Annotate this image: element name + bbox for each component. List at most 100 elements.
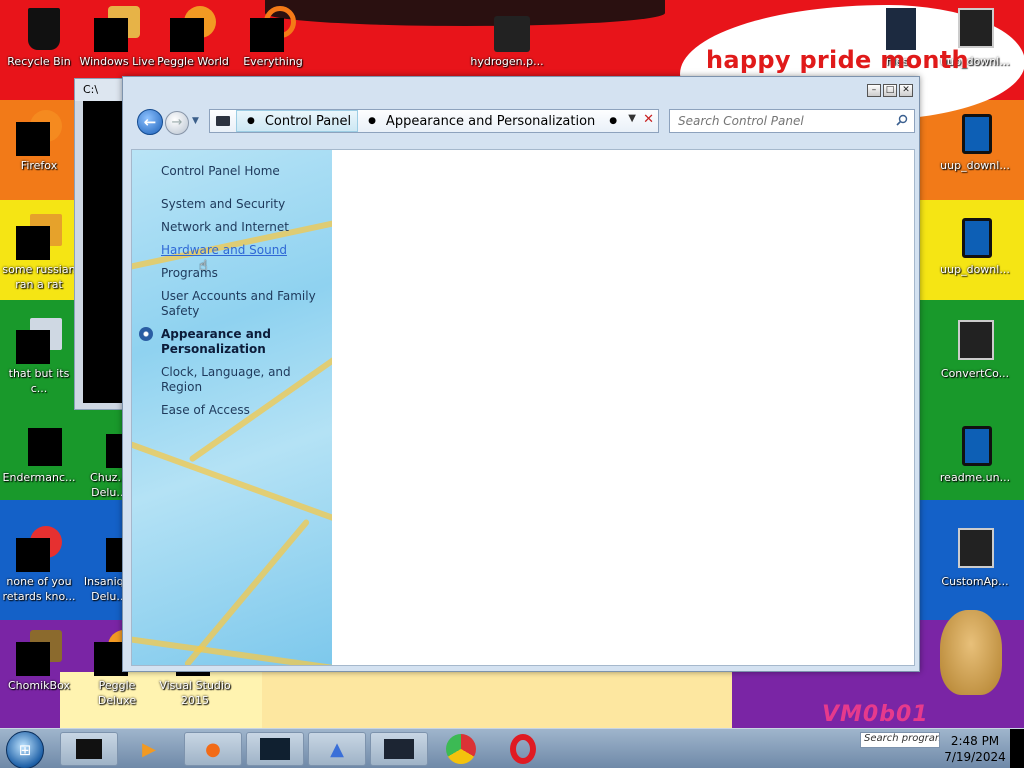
maximize-button[interactable]: □ <box>883 84 897 97</box>
start-button[interactable]: ⊞ <box>6 731 44 768</box>
address-bar[interactable]: ● Control Panel ● Appearance and Persona… <box>209 109 659 133</box>
desktop-icon-label: Recycle Bin <box>7 55 71 68</box>
sidebar-item-network-internet[interactable]: Network and Internet <box>161 220 331 235</box>
address-dropdown-icon[interactable]: ▼ <box>628 113 636 124</box>
search-input[interactable] <box>670 110 880 132</box>
desktop-icon-uup-3[interactable]: uup_downl... <box>936 214 1014 277</box>
current-page-icon <box>139 327 153 341</box>
chomikbox-icon <box>16 630 62 676</box>
taskbar-app-control-panel[interactable] <box>370 732 428 766</box>
desktop-icon-that-but[interactable]: that but its c... <box>0 318 78 396</box>
desktop-icon-recycle-bin[interactable]: Recycle Bin <box>0 6 78 69</box>
app-icon <box>16 214 62 260</box>
desktop-icon-customap[interactable]: CustomAp... <box>936 526 1014 589</box>
desktop-icon-label: Endermanc... <box>2 471 76 484</box>
close-button[interactable]: ✕ <box>899 84 913 97</box>
back-button[interactable]: ← <box>137 109 163 135</box>
taskbar-app-console[interactable] <box>60 732 118 766</box>
desktop-icon-endermanc[interactable]: Endermanc... <box>0 422 78 485</box>
tablet-icon <box>952 110 998 156</box>
banner-text: happy pride month <box>706 46 969 74</box>
wallpaper-shape <box>262 672 732 732</box>
desktop-icon-windows-live[interactable]: Windows Live <box>78 6 156 69</box>
show-desktop-button[interactable] <box>1010 729 1024 768</box>
search-icon[interactable] <box>896 114 908 126</box>
desktop-icon-none-of-you[interactable]: none of you retards kno... <box>0 526 78 604</box>
desktop-icon-hydrogen[interactable]: hydrogen.p... <box>468 6 546 69</box>
desktop-icon-label: ConvertCo... <box>940 367 1010 380</box>
desktop-icon-label: Windows Live <box>79 55 155 68</box>
taskbar-app-firefox[interactable]: ● <box>184 732 242 766</box>
desktop-icon-label: uup_downl... <box>940 159 1010 172</box>
sidebar-item-appearance[interactable]: Appearance and Personalization <box>139 327 331 357</box>
taskbar-app-monitor[interactable] <box>246 732 304 766</box>
control-panel-icon <box>384 739 414 759</box>
system-clock[interactable]: 2:48 PM 7/19/2024 <box>944 733 1006 765</box>
breadcrumb-label: Control Panel <box>264 113 352 129</box>
firefox-icon: ● <box>205 738 221 760</box>
navigation-bar: ← → ▼ ● Control Panel ● Appearance and P… <box>135 107 915 137</box>
clock-time: 2:48 PM <box>950 734 1000 748</box>
sidebar-item-user-accounts[interactable]: User Accounts and Family Safety <box>161 289 331 319</box>
sidebar-item-ease-of-access[interactable]: Ease of Access <box>161 403 331 418</box>
taskbar-app-opera[interactable] <box>494 732 552 766</box>
sidebar-item-programs[interactable]: Programs <box>161 266 331 281</box>
desktop-icon-firefox[interactable]: Firefox <box>0 110 78 173</box>
console-icon <box>76 739 102 759</box>
desktop-icon-label: uup_downl... <box>940 263 1010 276</box>
monitor-icon <box>260 738 290 760</box>
desktop-icon-label: readme.un... <box>939 471 1011 484</box>
start-search-field[interactable]: Search programs <box>860 732 940 748</box>
taskbar-app-media[interactable]: ▶ <box>120 732 178 766</box>
recent-pages-dropdown[interactable]: ▼ <box>192 116 199 126</box>
media-player-icon: ▶ <box>142 738 156 760</box>
taskbar-app-explorer[interactable]: ▲ <box>308 732 366 766</box>
forward-button[interactable]: → <box>165 111 189 135</box>
desktop-icon-label: ChomikBox <box>8 679 70 692</box>
breadcrumb-arrow-icon[interactable]: ● <box>368 116 376 126</box>
desktop-icon-label: that but its c... <box>8 367 70 395</box>
desktop-icon-peggle-world[interactable]: Peggle World <box>154 6 232 69</box>
document-gear-icon <box>952 318 998 364</box>
desktop-icon-label: CustomAp... <box>941 575 1009 588</box>
opera-icon <box>510 734 536 764</box>
hamster-image <box>940 610 1002 695</box>
tablet-icon <box>952 422 998 468</box>
control-panel-window[interactable]: – □ ✕ ← → ▼ ● Control Panel ● Appearance… <box>122 76 920 672</box>
desktop-icon-everything[interactable]: Everything <box>234 6 312 69</box>
sidebar-item-clock-language[interactable]: Clock, Language, and Region <box>161 365 331 395</box>
search-box[interactable] <box>669 109 915 133</box>
computer-icon <box>216 116 230 126</box>
desktop-icon-label: hydrogen.p... <box>470 55 544 68</box>
desktop-icon-readme[interactable]: readme.un... <box>936 422 1014 485</box>
sidebar-item-hardware-sound[interactable]: Hardware and Sound <box>161 243 331 258</box>
window-titlebar[interactable]: – □ ✕ <box>123 77 919 103</box>
sidebar-nav: Control Panel Home System and Security N… <box>139 164 331 426</box>
document-icon <box>952 526 998 572</box>
tablet-icon <box>952 214 998 260</box>
minimize-button[interactable]: – <box>867 84 881 97</box>
desktop-icon-russian-rat[interactable]: some russian ran a rat <box>0 214 78 292</box>
desktop-icon-chomikbox[interactable]: ChomikBox <box>0 630 78 693</box>
document-icon <box>16 422 62 468</box>
breadcrumb-arrow-icon[interactable]: ● <box>609 116 617 126</box>
breadcrumb-arrow-icon[interactable]: ● <box>247 116 255 126</box>
desktop-icon-label: Peggle World <box>157 55 229 68</box>
sidebar-item-home[interactable]: Control Panel Home <box>161 164 331 179</box>
desktop-icon-uup-2[interactable]: uup_downl... <box>936 110 1014 173</box>
hydrogen-icon <box>484 6 530 52</box>
peggle-icon <box>170 6 216 52</box>
desktop-icon-convertco[interactable]: ConvertCo... <box>936 318 1014 381</box>
everything-icon <box>250 6 296 52</box>
sidebar-item-label: Appearance and Personalization <box>161 327 271 356</box>
sidebar: Control Panel Home System and Security N… <box>132 150 332 665</box>
sidebar-item-system-security[interactable]: System and Security <box>161 197 331 212</box>
desktop-icon-label: none of you retards kno... <box>2 575 76 603</box>
app-icon <box>16 526 62 572</box>
taskbar-app-chrome[interactable] <box>432 732 490 766</box>
breadcrumb-appearance[interactable]: ● Appearance and Personalization ● <box>358 114 627 129</box>
clear-address-icon[interactable]: ✕ <box>643 112 654 127</box>
breadcrumb-control-panel[interactable]: ● Control Panel <box>236 110 359 132</box>
watermark-text: VM0b01 <box>822 702 929 727</box>
desktop-icon-label: some russian ran a rat <box>2 263 76 291</box>
